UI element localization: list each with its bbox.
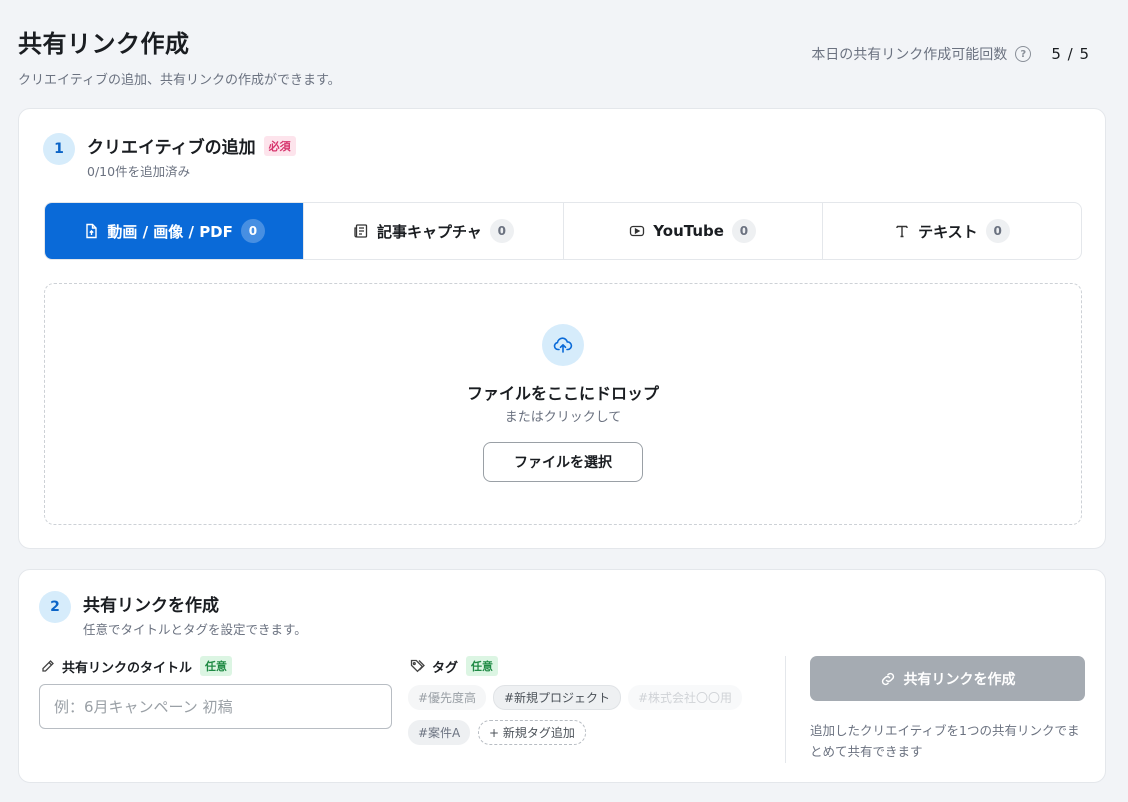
tag-chip[interactable]: #優先度高 <box>408 685 487 710</box>
tag-field-label: タグ 任意 <box>410 656 499 676</box>
dropzone-subtitle: またはクリックして <box>504 410 622 425</box>
tab-count: 0 <box>489 219 514 243</box>
create-button-label: 共有リンクを作成 <box>903 671 1016 688</box>
quota-indicator: 本日の共有リンク作成可能回数 ? 5 / 5 <box>811 44 1090 64</box>
page-subtitle: クリエイティブの追加、共有リンクの作成ができます。 <box>18 73 341 88</box>
optional-badge: 任意 <box>466 656 499 676</box>
file-dropzone[interactable]: ファイルをここにドロップ またはクリックして ファイルを選択 <box>44 283 1082 525</box>
title-field-label: 共有リンクのタイトル 任意 <box>41 656 233 676</box>
page-title: 共有リンク作成 <box>18 30 190 58</box>
dropzone-title: ファイルをここにドロップ <box>466 384 659 403</box>
quota-label: 本日の共有リンク作成可能回数 <box>811 47 1008 63</box>
step-subtitle: 任意でタイトルとタグを設定できます。 <box>83 622 307 637</box>
add-tag-button[interactable]: + 新規タグ追加 <box>478 720 586 745</box>
link-icon <box>880 671 896 687</box>
title-field-label-text: 共有リンクのタイトル <box>62 660 193 676</box>
tab-label: 記事キャプチャ <box>376 222 482 241</box>
tab-label: テキスト <box>918 222 978 241</box>
tab-youtube[interactable]: YouTube 0 <box>564 203 823 259</box>
required-badge: 必須 <box>263 135 296 156</box>
tab-label: 動画 / 画像 / PDF <box>107 222 233 241</box>
file-upload-icon <box>83 223 99 239</box>
tab-article-capture[interactable]: 記事キャプチャ 0 <box>304 203 564 259</box>
youtube-icon <box>629 223 645 239</box>
text-icon <box>894 223 910 239</box>
quota-count: 5 / 5 <box>1051 45 1090 63</box>
tab-count: 0 <box>985 219 1010 243</box>
step-subtitle: 0/10件を追加済み <box>87 164 191 179</box>
divider <box>785 656 786 763</box>
step-title-text: 共有リンクを作成 <box>83 596 219 616</box>
pencil-icon <box>41 659 55 673</box>
create-share-link-button[interactable]: 共有リンクを作成 <box>810 656 1085 701</box>
step-title: 共有リンクを作成 <box>83 591 219 616</box>
question-circle-icon[interactable]: ? <box>1015 46 1032 62</box>
newspaper-icon <box>353 223 369 239</box>
step-title: クリエイティブの追加 必須 <box>87 133 296 158</box>
step-title-text: クリエイティブの追加 <box>87 138 256 158</box>
step-number: 2 <box>39 591 71 623</box>
creative-add-card: 1 クリエイティブの追加 必須 0/10件を追加済み 動画 / 画像 / PDF… <box>18 108 1106 549</box>
optional-badge: 任意 <box>200 656 233 676</box>
create-link-note: 追加したクリエイティブを1つの共有リンクでまとめて共有できます <box>810 723 1080 759</box>
tag-chip[interactable]: #新規プロジェクト <box>493 685 622 710</box>
tab-count: 0 <box>731 219 756 243</box>
select-file-button[interactable]: ファイルを選択 <box>483 442 643 482</box>
tag-field-label-text: タグ <box>432 660 459 676</box>
create-link-card: 2 共有リンクを作成 任意でタイトルとタグを設定できます。 共有リンクのタイトル… <box>18 569 1106 783</box>
creative-type-tabs: 動画 / 画像 / PDF 0 記事キャプチャ 0 YouTube 0 テキスト… <box>44 202 1082 260</box>
tab-label: YouTube <box>653 222 724 240</box>
tag-chip[interactable]: #株式会社〇〇用 <box>628 685 743 710</box>
tab-text[interactable]: テキスト 0 <box>823 203 1081 259</box>
cloud-upload-icon <box>542 324 584 366</box>
step-number: 1 <box>43 133 75 165</box>
tag-icon <box>410 659 425 673</box>
tab-media[interactable]: 動画 / 画像 / PDF 0 <box>45 203 305 259</box>
tab-count: 0 <box>240 219 265 243</box>
link-title-input[interactable] <box>39 684 392 729</box>
tag-chip[interactable]: #案件A <box>408 720 471 745</box>
